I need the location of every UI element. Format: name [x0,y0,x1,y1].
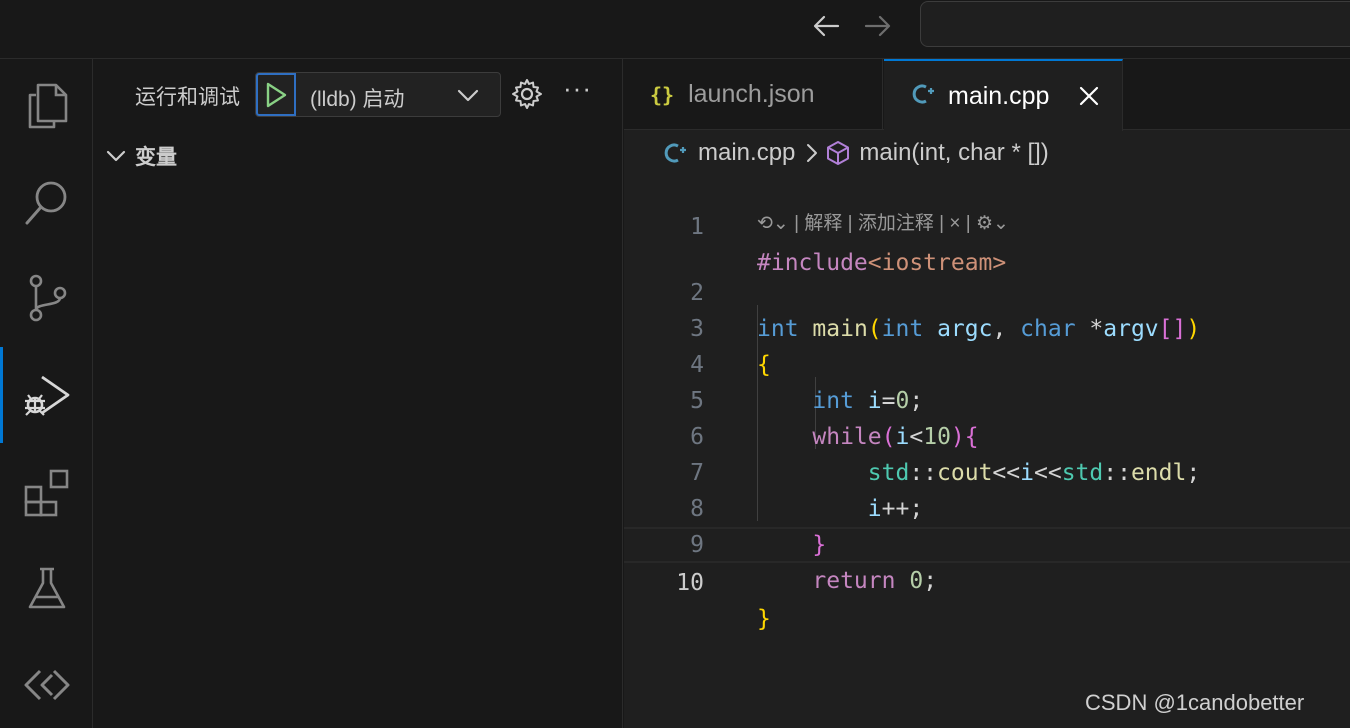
chevron-right-icon [805,142,819,164]
codelens-links[interactable]: ⟲⌄ | 解释 | 添加注释 | × | ⚙⌄ [757,209,1009,239]
command-center-search[interactable] [920,1,1350,47]
close-icon[interactable] [1079,86,1099,106]
code-line: 7 i++; [624,419,1350,522]
testing-flask-icon[interactable] [0,543,93,633]
start-debugging-button[interactable] [256,73,296,116]
code-editor[interactable]: 1 #include<iostream> ⟲⌄ | 解释 | 添加注释 | × … [624,173,1350,632]
breadcrumb-file[interactable]: main.cpp [698,139,795,167]
tab-launch-json[interactable]: {} launch.json [624,59,883,130]
chevron-down-icon[interactable] [456,83,480,112]
variables-section-header[interactable]: 变量 [105,141,177,171]
editor-area: {} launch.json main.cpp main.cpp main(in… [624,59,1350,728]
remote-explorer-icon[interactable] [0,639,93,728]
cpp-file-icon [912,83,936,110]
search-icon[interactable] [0,157,93,247]
chevron-down-icon [106,150,126,162]
editor-tabs: {} launch.json main.cpp [624,59,1350,131]
codelens-actions: ⟲⌄ | 解释 | 添加注释 | × | ⚙⌄ [624,209,1350,239]
breadcrumb-symbol[interactable]: main(int, char * []) [859,139,1048,167]
codelens-separator: | [965,213,976,234]
code-line: 9 return 0; [624,491,1350,594]
title-bar [0,0,1350,59]
code-line: 1 #include<iostream> [624,173,1350,276]
code-line: 2 int main(int argc, char *argv[]) [624,239,1350,342]
run-and-debug-sidebar: 运行和调试 (lldb) 启动 ··· 变量 [93,59,623,728]
forward-arrow-icon[interactable] [860,8,896,44]
code-line: 5 while(i<10){ [624,347,1350,450]
source-control-icon[interactable] [0,253,93,343]
codelens-text[interactable]: | 解释 | 添加注释 | [794,213,944,234]
breadcrumb: main.cpp main(int, char * []) [664,137,1049,169]
more-actions-icon[interactable]: ··· [563,73,592,104]
code-line: 8 } [624,455,1350,558]
close-icon[interactable]: × [944,213,966,234]
explorer-icon[interactable] [0,61,93,151]
debug-config-selector[interactable]: (lldb) 启动 [255,72,501,117]
watermark-text: CSDN @1candobetter [1085,690,1305,715]
code-text: return 0; [812,568,938,594]
symbol-method-icon [825,140,851,166]
code-line: 3 { [624,275,1350,378]
code-line: 4 int i=0; [624,311,1350,414]
tab-main-cpp[interactable]: main.cpp [884,59,1123,131]
tab-label: main.cpp [948,81,1050,110]
code-text: } [757,606,771,632]
codelens-icon[interactable]: ⟲⌄ [757,213,794,234]
variables-section-label: 变量 [135,146,177,169]
sidebar-title: 运行和调试 [135,86,240,109]
line-number: 10 [676,570,704,596]
json-file-icon: {} [650,82,675,107]
back-arrow-icon[interactable] [808,8,844,44]
cpp-file-icon [664,142,688,164]
activity-bar [0,59,93,728]
codelens-settings-icon[interactable]: ⚙⌄ [976,213,1009,234]
run-and-debug-icon[interactable] [0,351,93,441]
extensions-icon[interactable] [0,447,93,537]
tab-label: launch.json [688,80,815,108]
gear-icon[interactable] [511,78,543,115]
code-line: 6 std::cout<<i<<std::endl; [624,383,1350,486]
code-line-current: 10 } [624,527,1350,632]
debug-config-label: (lldb) 启动 [310,88,405,111]
play-icon [266,82,287,107]
